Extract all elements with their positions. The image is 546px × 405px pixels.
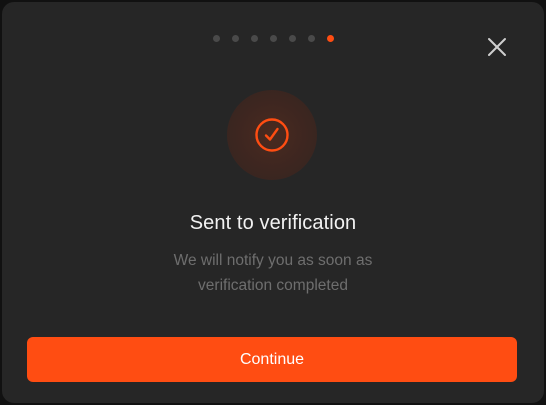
step-dot [231,35,239,42]
step-dot [250,35,258,42]
step-indicator [2,35,544,42]
step-dot [307,35,315,42]
step-dot [288,35,296,42]
status-icon-badge [227,90,317,180]
step-dot-active [326,35,334,42]
dialog-message-line: verification completed [198,277,348,294]
close-icon [488,38,506,56]
dialog-message: We will notify you as soon as verificati… [2,248,544,298]
dialog-message-line: We will notify you as soon as [173,252,373,269]
close-button[interactable] [486,36,508,58]
continue-button[interactable]: Continue [27,337,517,382]
step-dot [269,35,277,42]
step-dot [212,35,220,42]
check-circle-icon [255,118,289,152]
dialog-title: Sent to verification [189,212,357,234]
verification-dialog: Sent to verification We will notify you … [2,2,544,403]
